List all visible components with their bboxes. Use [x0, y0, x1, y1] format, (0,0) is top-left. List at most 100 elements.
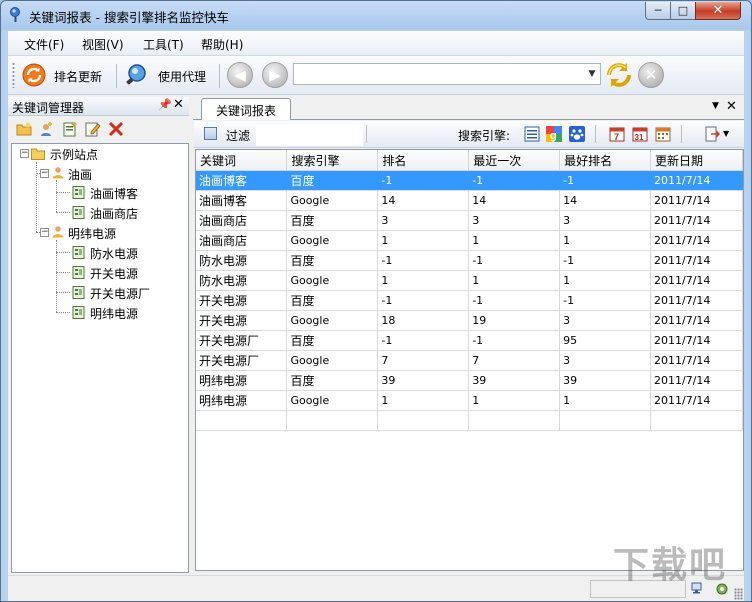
close-icon[interactable]: ✕ — [726, 99, 737, 114]
add-user-icon[interactable] — [39, 121, 55, 137]
resize-grip[interactable] — [734, 588, 743, 600]
cell-engine: Google — [286, 390, 379, 411]
column-header-rank[interactable]: 排名 — [377, 150, 470, 171]
toolbar-divider — [681, 125, 682, 143]
chevron-down-icon[interactable]: ▼ — [585, 65, 599, 83]
tree-item-keyword[interactable]: 防水电源 — [90, 245, 138, 262]
google-icon[interactable]: g — [546, 126, 562, 142]
toolbar-divider — [219, 64, 220, 88]
table-row[interactable]: 油画商店 百度 3 3 3 2011/7/14 — [196, 210, 743, 231]
filter-toggle-icon[interactable] — [204, 127, 217, 140]
forward-arrow-icon[interactable]: ▶ — [262, 62, 288, 88]
tree-expander-group[interactable]: − — [40, 228, 49, 237]
table-row[interactable]: 防水电源 百度 -1 -1 -1 2011/7/14 — [196, 250, 743, 271]
tree-expander-group[interactable]: − — [40, 169, 49, 178]
column-header-engine[interactable]: 搜索引擎 — [286, 150, 379, 171]
cell-rank: 1 — [377, 230, 470, 251]
tree-item-keyword[interactable]: 开关电源 — [90, 265, 138, 282]
cell-keyword: 油画博客 — [196, 170, 288, 191]
use-proxy-button[interactable]: 使用代理 — [158, 68, 206, 85]
proxy-magnifier-icon[interactable] — [124, 63, 148, 87]
cell-rank: 1 — [377, 390, 470, 411]
column-header-keyword[interactable]: 关键词 — [196, 150, 288, 171]
close-button[interactable]: ✕ — [695, 2, 741, 20]
cell-date: 2011/7/14 — [650, 230, 743, 251]
table-row[interactable]: 防水电源 Google 1 1 1 2011/7/14 — [196, 270, 743, 291]
calendar-all-icon[interactable] — [655, 126, 671, 142]
cell-engine: Google — [286, 190, 379, 211]
rank-update-button[interactable]: 排名更新 — [54, 68, 102, 85]
cell-keyword: 油画商店 — [196, 230, 288, 251]
tree-item-keyword[interactable]: 油画商店 — [90, 205, 138, 222]
cell-keyword: 明纬电源 — [196, 370, 288, 391]
menu-tools[interactable]: 工具(T) — [143, 36, 184, 53]
filter-label: 过滤 — [226, 129, 251, 143]
minimize-button[interactable]: ─ — [645, 2, 671, 20]
new-folder-icon[interactable] — [16, 121, 32, 137]
tree-item-group[interactable]: 明纬电源 — [68, 225, 116, 242]
menu-file[interactable]: 文件(F) — [24, 36, 64, 53]
toolbar-grip[interactable] — [12, 62, 15, 88]
column-header-last[interactable]: 最近一次 — [468, 150, 561, 171]
add-keyword-icon[interactable] — [62, 121, 78, 137]
cell-date: 2011/7/14 — [650, 190, 743, 211]
table-row[interactable]: 开关电源 百度 -1 -1 -1 2011/7/14 — [196, 290, 743, 311]
refresh-icon[interactable] — [605, 61, 633, 89]
calendar-week-icon[interactable]: 7 — [609, 126, 625, 142]
table-row[interactable]: 明纬电源 百度 39 39 39 2011/7/14 — [196, 370, 743, 391]
edit-icon[interactable] — [85, 121, 101, 137]
tree-item-root[interactable]: 示例站点 — [50, 146, 98, 163]
cell-empty — [196, 410, 288, 431]
close-icon[interactable]: ✕ — [173, 97, 184, 112]
delete-icon[interactable] — [108, 121, 124, 137]
user-group-icon — [52, 226, 64, 238]
client-area: 文件(F) 视图(V) 工具(T) 帮助(H) 排名更新 使用代理 ◀ ▶ ▼ … — [8, 31, 744, 601]
calendar-month-icon[interactable]: 31 — [632, 126, 648, 142]
cell-date: 2011/7/14 — [650, 170, 743, 191]
svg-text:g: g — [550, 130, 557, 142]
report-table-body: 油画博客 百度 -1 -1 -1 2011/7/14 油画博客 Google 1… — [196, 170, 743, 431]
cell-best: 1 — [559, 230, 652, 251]
cell-rank: 3 — [377, 210, 470, 231]
menu-view[interactable]: 视图(V) — [82, 36, 124, 53]
table-row[interactable]: 油画博客 百度 -1 -1 -1 2011/7/14 — [196, 170, 743, 191]
cell-last: 1 — [468, 230, 561, 251]
stop-icon[interactable]: ✕ — [638, 62, 664, 88]
table-row[interactable]: 油画商店 Google 1 1 1 2011/7/14 — [196, 230, 743, 251]
chevron-down-icon[interactable]: ▼ — [712, 101, 719, 111]
column-header-best[interactable]: 最好排名 — [559, 150, 652, 171]
tree-item-keyword[interactable]: 开关电源厂 — [90, 285, 150, 302]
cell-best: 14 — [559, 190, 652, 211]
cell-rank: 14 — [377, 190, 470, 211]
window-title: 关键词报表 - 搜索引擎排名监控快车 — [29, 10, 229, 25]
cell-engine: 百度 — [286, 210, 379, 231]
table-row-new[interactable] — [196, 410, 743, 431]
title-bar[interactable]: 关键词报表 - 搜索引擎排名监控快车 ─ □ ✕ — [1, 1, 751, 31]
cell-keyword: 油画商店 — [196, 210, 288, 231]
baidu-paw-icon[interactable] — [569, 126, 585, 142]
column-header-date[interactable]: 更新日期 — [650, 150, 743, 171]
address-combobox[interactable]: ▼ — [293, 63, 601, 85]
tree-expander-root[interactable]: − — [20, 149, 29, 158]
table-row[interactable]: 明纬电源 Google 1 1 1 2011/7/14 — [196, 390, 743, 411]
table-row[interactable]: 开关电源厂 Google 7 7 3 2011/7/14 — [196, 350, 743, 371]
back-arrow-icon[interactable]: ◀ — [227, 62, 253, 88]
filter-input[interactable] — [256, 124, 363, 146]
tree-item-keyword[interactable]: 油画博客 — [90, 185, 138, 202]
table-row[interactable]: 油画博客 Google 14 14 14 2011/7/14 — [196, 190, 743, 211]
tree-item-keyword[interactable]: 明纬电源 — [90, 305, 138, 322]
all-engines-icon[interactable] — [524, 126, 540, 142]
table-row[interactable]: 开关电源厂 百度 -1 -1 95 2011/7/14 — [196, 330, 743, 351]
keyword-doc-icon — [72, 286, 85, 299]
tab-keyword-report[interactable]: 关键词报表 — [201, 98, 291, 120]
pin-icon[interactable]: 📌 — [158, 98, 172, 111]
export-icon[interactable] — [705, 126, 721, 142]
tree-item-group[interactable]: 油画 — [68, 166, 92, 183]
table-row[interactable]: 开关电源 Google 18 19 3 2011/7/14 — [196, 310, 743, 331]
chevron-down-icon[interactable]: ▼ — [723, 129, 729, 138]
maximize-button[interactable]: □ — [670, 2, 696, 20]
rank-update-icon[interactable] — [22, 63, 46, 87]
menu-help[interactable]: 帮助(H) — [201, 36, 243, 53]
cell-best: 1 — [559, 390, 652, 411]
cell-date: 2011/7/14 — [650, 370, 743, 391]
